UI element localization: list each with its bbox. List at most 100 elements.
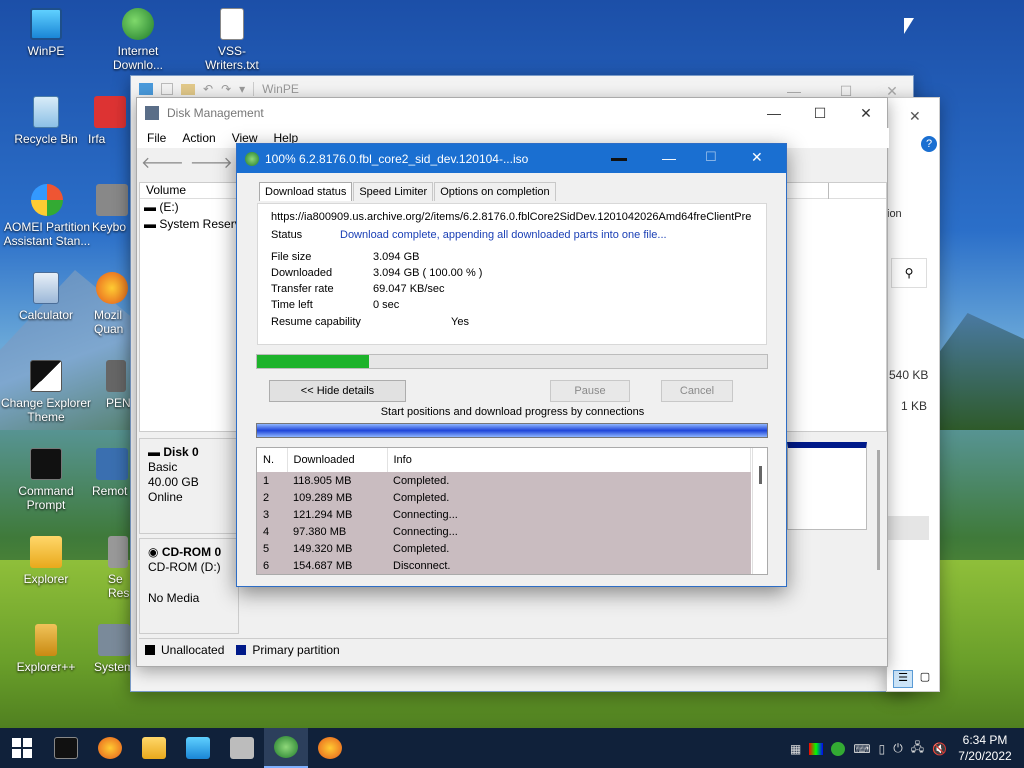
desktop-icon-calculator[interactable]: Calculator xyxy=(6,272,86,322)
menu-action[interactable]: Action xyxy=(182,131,215,145)
taskbar-explorer[interactable] xyxy=(132,728,176,768)
partial-label: ion xyxy=(887,208,902,220)
desktop-icon-explorer-plus[interactable]: Explorer++ xyxy=(6,624,86,674)
taskbar-idm[interactable] xyxy=(264,728,308,768)
large-icons-view-icon[interactable]: ▢ xyxy=(917,670,933,688)
chevron-down-icon[interactable]: ▾ xyxy=(239,82,245,96)
folder-icon[interactable] xyxy=(181,83,195,95)
desktop-icon-change-explorer-theme[interactable]: Change Explorer Theme xyxy=(0,360,92,424)
connection-row[interactable]: 5 149.320 MB Completed. xyxy=(257,540,751,557)
desktop-icon-irfa[interactable]: Irfa xyxy=(88,96,128,146)
desktop-icon-firefox[interactable]: Mozil Quan xyxy=(94,272,130,336)
desktop-icon-system[interactable]: System xyxy=(94,624,134,674)
desktop-icon-label: Calculator xyxy=(18,308,74,322)
monitor-icon[interactable] xyxy=(139,83,153,95)
properties-icon[interactable] xyxy=(161,83,173,95)
connection-row[interactable]: 1 118.905 MB Completed. xyxy=(257,472,751,489)
resume-value: Yes xyxy=(451,316,469,328)
network-icon[interactable]: 🖧 xyxy=(911,738,924,759)
taskbar-firefox-2[interactable] xyxy=(308,728,352,768)
connection-row[interactable]: 3 121.294 MB Connecting... xyxy=(257,506,751,523)
idm-titlebar: 100% 6.2.8176.0.fbl_core2_sid_dev.120104… xyxy=(237,144,786,173)
column-header-info[interactable]: Info xyxy=(387,448,751,472)
column-header-n[interactable]: N. xyxy=(257,448,288,472)
close-button[interactable]: ✕ xyxy=(843,98,889,128)
file-size-value: 3.094 GB xyxy=(373,251,420,263)
legend-primary: Primary partition xyxy=(252,642,340,657)
volume-muted-icon[interactable]: 🔇 xyxy=(932,742,947,756)
color-icon[interactable] xyxy=(809,742,824,755)
connections-table: N. Downloaded Info 1 118.905 MB Completed.… xyxy=(256,447,768,575)
minimize-button[interactable]: — xyxy=(662,150,676,166)
desktop-icon-remote[interactable]: Remot xyxy=(92,448,132,498)
download-url: https://ia800909.us.archive.org/2/items/… xyxy=(271,211,752,223)
cdrom-0-label[interactable]: ◉ CD-ROM 0 CD-ROM (D:) No Media xyxy=(139,538,239,634)
pause-button[interactable]: Pause xyxy=(550,380,630,402)
connection-row[interactable]: 4 97.380 MB Connecting... xyxy=(257,523,751,540)
desktop-icon-recycle-bin[interactable]: Recycle Bin xyxy=(6,96,86,146)
usb-icon[interactable]: ▯ xyxy=(879,742,886,756)
desktop-icon-label: AOMEI Partition Assistant Stan... xyxy=(3,220,91,248)
desktop-icon-aomei[interactable]: AOMEI Partition Assistant Stan... xyxy=(2,184,92,248)
clock[interactable]: 6:34 PM 7/20/2022 xyxy=(950,732,1020,764)
maximize-button[interactable]: ☐ xyxy=(705,149,717,165)
start-button[interactable] xyxy=(0,728,44,768)
forward-arrow-icon[interactable]: 🡒 xyxy=(190,152,233,173)
primary-swatch xyxy=(236,644,247,655)
tab-download-status[interactable]: Download status xyxy=(259,182,353,201)
minimize-button[interactable]: — xyxy=(751,98,797,128)
close-button[interactable]: ✕ xyxy=(751,149,763,166)
search-icon[interactable]: ⚲ xyxy=(891,258,927,288)
conn-n: 5 xyxy=(263,542,270,555)
partition-block[interactable] xyxy=(787,442,867,530)
theme-icon xyxy=(30,360,62,392)
close-icon[interactable]: ✕ xyxy=(909,108,921,125)
taskbar-disk-management[interactable] xyxy=(220,728,264,768)
desktop-icon-vss-writers[interactable]: VSS-Writers.txt xyxy=(192,8,272,72)
cancel-button[interactable]: Cancel xyxy=(661,380,733,402)
desktop-icon-command-prompt[interactable]: Command Prompt xyxy=(6,448,86,512)
taskbar-computer[interactable] xyxy=(176,728,220,768)
desktop-icon-label: Recycle Bin xyxy=(14,132,78,146)
desktop-icon-explorer[interactable]: Explorer xyxy=(6,536,86,586)
maximize-button[interactable]: ☐ xyxy=(797,98,843,128)
desktop-icon-keyboard[interactable]: Keybo xyxy=(92,184,130,234)
undo-icon[interactable]: ↶ xyxy=(203,82,213,96)
scrollbar-thumb[interactable] xyxy=(759,466,762,484)
legend-unallocated: Unallocated xyxy=(161,642,225,657)
table-scrollbar[interactable] xyxy=(752,448,767,574)
cdrom-title: ◉ CD-ROM 0 xyxy=(148,545,222,559)
menu-file[interactable]: File xyxy=(147,131,166,145)
hide-details-button[interactable]: << Hide details xyxy=(269,380,406,402)
desktop-icon-winpe[interactable]: WinPE xyxy=(6,8,86,58)
connection-row[interactable]: 2 109.289 MB Completed. xyxy=(257,489,751,506)
help-icon[interactable]: ? xyxy=(921,136,937,152)
desktop-icon-idm[interactable]: Internet Downlo... xyxy=(98,8,178,72)
conn-info: Completed. xyxy=(393,474,450,487)
time-left-label: Time left xyxy=(271,299,313,311)
time-left-value: 0 sec xyxy=(373,299,400,311)
desktop-icon-pen[interactable]: PEN xyxy=(106,360,132,410)
network-drives-icon[interactable]: ▦ xyxy=(790,742,801,756)
status-value: Download complete, appending all downloa… xyxy=(340,229,667,241)
desktop-icon-se-res[interactable]: Se Res xyxy=(108,536,132,600)
scrollbar[interactable] xyxy=(877,450,880,570)
idm-tray-icon[interactable] xyxy=(831,741,846,756)
column-header-downloaded[interactable]: Downloaded xyxy=(287,448,388,472)
divider xyxy=(253,82,255,96)
desktop-icon-label: Explorer++ xyxy=(16,660,76,674)
redo-icon[interactable]: ↷ xyxy=(221,82,231,96)
taskbar-cmd[interactable] xyxy=(44,728,88,768)
taskbar-firefox[interactable] xyxy=(88,728,132,768)
desktop-icon-label: Command Prompt xyxy=(18,484,74,512)
tab-speed-limiter[interactable]: Speed Limiter xyxy=(353,182,434,201)
keyboard-icon[interactable]: ⌨ xyxy=(853,742,870,756)
mouse-cursor-icon xyxy=(904,18,914,34)
details-view-icon[interactable]: ☰ xyxy=(893,670,913,688)
connection-row[interactable]: 6 154.687 MB Disconnect. xyxy=(257,557,751,574)
power-icon[interactable]: ⏻ xyxy=(893,741,903,756)
desktop-icon-label: Explorer xyxy=(23,572,69,586)
back-arrow-icon[interactable]: 🡐 xyxy=(141,152,184,173)
tab-options-on-completion[interactable]: Options on completion xyxy=(434,182,556,201)
disk-0-label[interactable]: ▬ Disk 0 Basic 40.00 GB Online xyxy=(139,438,239,534)
